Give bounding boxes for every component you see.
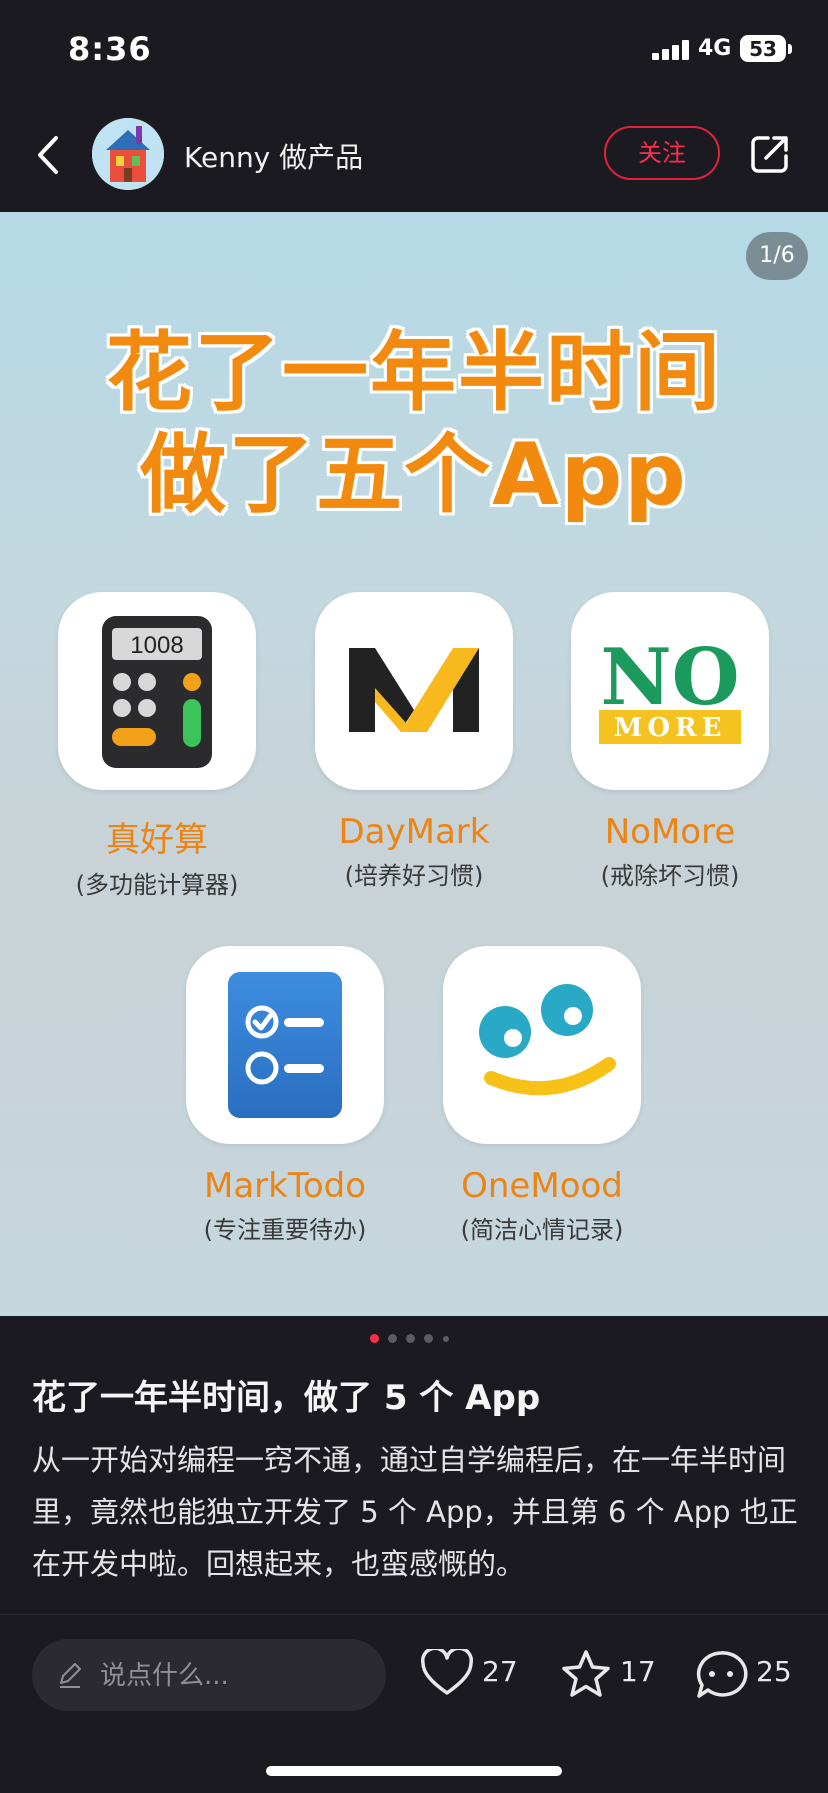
page-dot[interactable] xyxy=(424,1334,433,1343)
post-body: 从一开始对编程一窍不通，通过自学编程后，在一年半时间里，竟然也能独立开发了 5 … xyxy=(32,1443,798,1581)
like-count: 27 xyxy=(482,1655,518,1688)
app-card-nomore: NO MORE NoMore (戒除坏习惯) xyxy=(570,592,770,891)
app-card-onemood: OneMood (简洁心情记录) xyxy=(442,946,642,1245)
heart-icon xyxy=(421,1649,473,1695)
favorite-button[interactable]: 17 xyxy=(560,1643,660,1703)
like-button[interactable]: 27 xyxy=(420,1643,520,1703)
app-name: DayMark xyxy=(338,812,490,852)
page-dot[interactable] xyxy=(406,1334,415,1343)
network-type: 4G xyxy=(698,36,732,61)
image-carousel[interactable]: 1/6 花了一年半时间 做了五个App 1008 真好算 (多功能计算器) Da… xyxy=(0,212,828,1316)
status-time: 8:36 xyxy=(68,30,152,68)
daymark-m-icon xyxy=(315,592,513,790)
app-desc: (培养好习惯) xyxy=(344,862,484,890)
home-indicator[interactable] xyxy=(266,1766,562,1776)
svg-text:NO: NO xyxy=(600,632,739,723)
app-card-daymark: DayMark (培养好习惯) xyxy=(314,592,514,891)
app-desc: (多功能计算器) xyxy=(75,871,239,899)
calculator-icon: 1008 xyxy=(58,592,256,790)
post-title: 花了一年半时间，做了 5 个 App xyxy=(32,1378,541,1418)
todo-checklist-icon xyxy=(186,946,384,1144)
post-header: Kenny 做产品 关注 xyxy=(0,100,828,212)
app-name: MarkTodo xyxy=(203,1166,366,1206)
smiley-face-icon xyxy=(443,946,641,1144)
favorite-count: 17 xyxy=(620,1655,656,1688)
comment-bubble-icon xyxy=(696,1651,748,1698)
app-desc: (简洁心情记录) xyxy=(460,1216,624,1244)
app-card-zhenhaosuan: 1008 真好算 (多功能计算器) xyxy=(57,592,257,900)
avatar[interactable] xyxy=(92,118,164,190)
share-icon[interactable] xyxy=(748,132,792,176)
nomore-icon: NO MORE xyxy=(571,592,769,790)
page-dot[interactable] xyxy=(388,1334,397,1343)
comment-count: 25 xyxy=(756,1655,792,1688)
app-desc: (专注重要待办) xyxy=(203,1216,367,1244)
author-name[interactable]: Kenny 做产品 xyxy=(184,136,363,176)
back-icon[interactable] xyxy=(30,130,70,180)
svg-text:MORE: MORE xyxy=(614,713,727,743)
carousel-page-dots xyxy=(0,1332,828,1344)
comment-button[interactable]: 25 xyxy=(694,1643,804,1703)
battery-tip xyxy=(788,44,792,54)
page-dot[interactable] xyxy=(443,1336,449,1342)
star-icon xyxy=(562,1650,610,1697)
app-name: 真好算 xyxy=(106,820,208,860)
app-desc: (戒除坏习惯) xyxy=(600,862,740,890)
app-card-marktodo: MarkTodo (专注重要待办) xyxy=(185,946,385,1245)
page-counter: 1/6 xyxy=(746,232,808,280)
app-name: OneMood xyxy=(461,1166,623,1206)
page-dot-active[interactable] xyxy=(370,1334,379,1343)
comment-box[interactable] xyxy=(32,1639,386,1711)
signal-icon xyxy=(652,40,692,60)
follow-button[interactable]: 关注 xyxy=(604,126,720,180)
battery-icon: 53 xyxy=(740,35,786,62)
pen-icon xyxy=(56,1661,84,1689)
app-name: NoMore xyxy=(604,812,736,852)
svg-text:1008: 1008 xyxy=(130,632,183,659)
comment-input[interactable] xyxy=(98,1649,372,1703)
headline-line-2: 做了五个App xyxy=(140,425,688,525)
status-bar: 8:36 4G 53 xyxy=(0,0,828,100)
